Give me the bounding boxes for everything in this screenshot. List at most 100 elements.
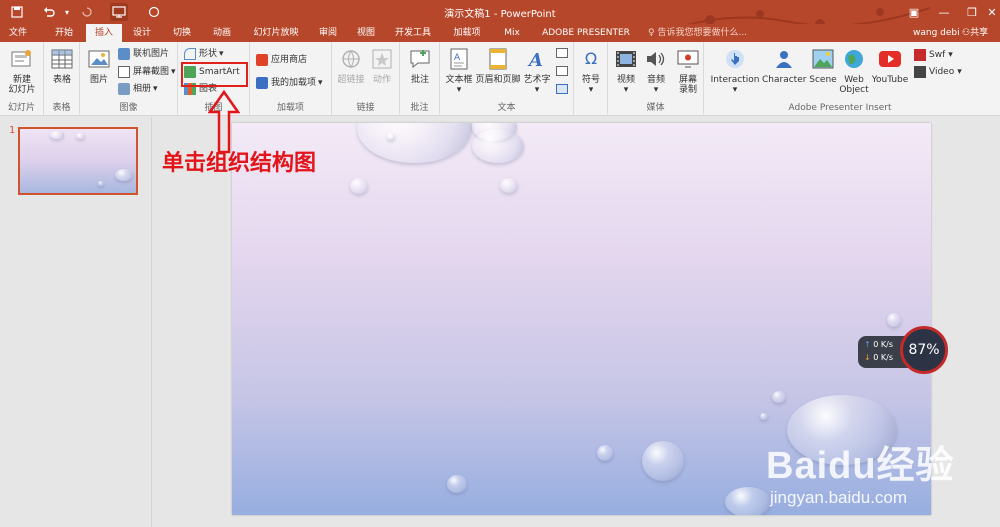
scene-button[interactable]: Scene — [808, 46, 838, 85]
tab-mix[interactable]: Mix — [498, 24, 526, 42]
screen-record-icon — [675, 46, 701, 72]
minimize-icon[interactable]: — — [930, 2, 958, 22]
online-picture-button[interactable]: 联机图片 — [118, 47, 169, 61]
tab-transitions[interactable]: 切换 — [168, 24, 196, 42]
water-drop — [350, 178, 368, 194]
youtube-icon — [877, 46, 903, 72]
object-icon[interactable] — [556, 84, 568, 94]
album-icon — [118, 83, 130, 95]
character-button[interactable]: Character — [762, 46, 806, 85]
dropdown-arrow-icon: ▾ — [456, 85, 462, 95]
globe-icon — [841, 46, 867, 72]
dropdown-arrow-icon: ▾ — [653, 85, 659, 95]
dropdown-arrow-icon: ▾ — [948, 50, 953, 60]
video-button[interactable]: 视频 ▾ — [612, 46, 640, 95]
store-button[interactable]: 应用商店 — [256, 53, 307, 67]
group-media: 视频 ▾ 音频 ▾ 屏幕 录制 媒体 — [608, 42, 704, 116]
group-label-comments: 批注 — [410, 103, 429, 113]
tab-adobe-presenter[interactable]: ADOBE PRESENTER — [538, 24, 634, 42]
film-small-icon — [914, 66, 926, 78]
my-addins-button[interactable]: 我的加载项 ▾ — [256, 76, 323, 90]
watermark-logo: Baidu经验 — [766, 445, 955, 487]
album-button[interactable]: 相册 ▾ — [118, 82, 158, 96]
swf-icon — [914, 49, 926, 61]
tab-slideshow[interactable]: 幻灯片放映 — [248, 24, 304, 42]
header-footer-button[interactable]: 页眉和页脚 — [474, 46, 522, 85]
action-button[interactable]: 动作 — [368, 46, 396, 85]
tab-review[interactable]: 审阅 — [314, 24, 342, 42]
group-text: A 文本框 ▾ 页眉和页脚 A 艺术字 ▾ 文本 — [440, 42, 574, 116]
omega-icon: Ω — [584, 49, 598, 68]
screenshot-icon — [118, 66, 130, 78]
share-button[interactable]: ⚇共享 — [962, 24, 988, 42]
header-footer-icon — [485, 46, 511, 72]
group-label-tables: 表格 — [52, 103, 71, 113]
symbol-button[interactable]: Ω 符号 ▾ — [576, 46, 606, 96]
hyperlink-button[interactable]: 超链接 — [336, 46, 366, 85]
web-object-button[interactable]: Web Object — [838, 46, 870, 95]
dropdown-arrow-icon: ▾ — [171, 67, 176, 77]
group-label-adobe-presenter: Adobe Presenter Insert — [788, 103, 892, 113]
swf-button[interactable]: Swf ▾ — [914, 48, 953, 62]
dropdown-arrow-icon: ▾ — [534, 85, 540, 95]
new-slide-button[interactable]: 新建 幻灯片 — [2, 46, 42, 95]
water-drop — [500, 178, 518, 193]
screen-record-button[interactable]: 屏幕 录制 — [674, 46, 702, 95]
user-name[interactable]: wang debi — [913, 24, 960, 42]
dropdown-arrow-icon: ▾ — [318, 78, 323, 88]
slide-thumbnail[interactable] — [18, 127, 138, 195]
date-time-icon[interactable] — [556, 48, 568, 58]
tab-view[interactable]: 视图 — [352, 24, 380, 42]
person-icon: ⚇ — [962, 28, 971, 38]
dropdown-arrow-icon: ▾ — [732, 85, 738, 95]
group-symbols: Ω 符号 ▾ — [574, 42, 608, 116]
shapes-button[interactable]: 形状 ▾ — [184, 47, 224, 61]
upload-speed: ↑ 0 K/s — [864, 340, 893, 349]
water-drop — [642, 441, 684, 481]
film-icon — [613, 46, 639, 72]
tab-animations[interactable]: 动画 — [208, 24, 236, 42]
dropdown-arrow-icon: ▾ — [153, 84, 158, 94]
youtube-button[interactable]: YouTube — [870, 46, 910, 85]
thumb-drop — [50, 131, 64, 139]
thumb-drop — [115, 169, 133, 181]
svg-text:A: A — [527, 50, 543, 70]
presenter-video-button[interactable]: Video ▾ — [914, 65, 962, 79]
interaction-button[interactable]: Interaction ▾ — [710, 46, 760, 95]
svg-text:A: A — [454, 53, 461, 63]
tell-me-search[interactable]: ♀ 告诉我您想要做什么... — [648, 24, 747, 42]
water-drop — [357, 123, 472, 163]
restore-icon[interactable]: ❐ — [958, 2, 986, 22]
textbox-button[interactable]: A 文本框 ▾ — [442, 46, 476, 95]
group-label-text: 文本 — [497, 103, 516, 113]
comment-button[interactable]: 批注 — [405, 46, 435, 85]
wordart-icon: A — [524, 46, 550, 72]
download-speed: ↓ 0 K/s — [864, 353, 893, 362]
dropdown-arrow-icon: ▾ — [588, 85, 594, 95]
tab-addins[interactable]: 加载项 — [448, 24, 486, 42]
picture-button[interactable]: 图片 — [86, 46, 112, 85]
screenshot-button[interactable]: 屏幕截图 ▾ — [118, 65, 176, 79]
person-icon — [771, 46, 797, 72]
tab-developer[interactable]: 开发工具 — [390, 24, 436, 42]
table-button[interactable]: 表格 — [48, 46, 76, 85]
memory-gauge[interactable]: 87% — [900, 326, 948, 374]
water-drop — [772, 391, 786, 403]
star-icon — [369, 46, 395, 72]
window-title: 演示文稿1 - PowerPoint — [444, 9, 556, 20]
water-drop — [472, 129, 524, 163]
wordart-button[interactable]: A 艺术字 ▾ — [522, 46, 552, 95]
hand-touch-icon — [722, 46, 748, 72]
tab-file[interactable]: 文件 — [4, 24, 32, 42]
audio-button[interactable]: 音频 ▾ — [642, 46, 670, 95]
close-icon[interactable]: ✕ — [984, 2, 1000, 22]
tab-insert[interactable]: 插入 — [86, 24, 122, 42]
title-bar: ▾ 演示文稿1 - PowerPoint ▣ — ❐ ✕ — [0, 0, 1000, 31]
ribbon-display-options-icon[interactable]: ▣ — [900, 2, 928, 22]
group-slides: 新建 幻灯片 幻灯片 — [0, 42, 44, 116]
tab-design[interactable]: 设计 — [128, 24, 156, 42]
slide-number-icon[interactable] — [556, 66, 568, 76]
new-slide-icon — [9, 46, 35, 72]
baidu-watermark: Baidu经验 jingyan.baidu.com — [760, 412, 1000, 522]
tab-home[interactable]: 开始 — [50, 24, 78, 42]
